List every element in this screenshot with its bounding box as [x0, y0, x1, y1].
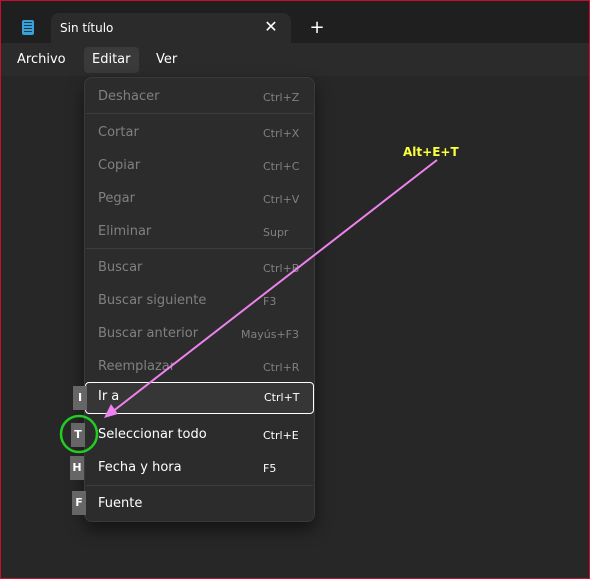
annotation-overlay [59, 159, 438, 454]
annotation-arrow [111, 159, 438, 413]
arrow-head [104, 404, 118, 418]
highlight-circle [59, 414, 99, 454]
annotation-label: Alt+E+T [403, 145, 459, 159]
